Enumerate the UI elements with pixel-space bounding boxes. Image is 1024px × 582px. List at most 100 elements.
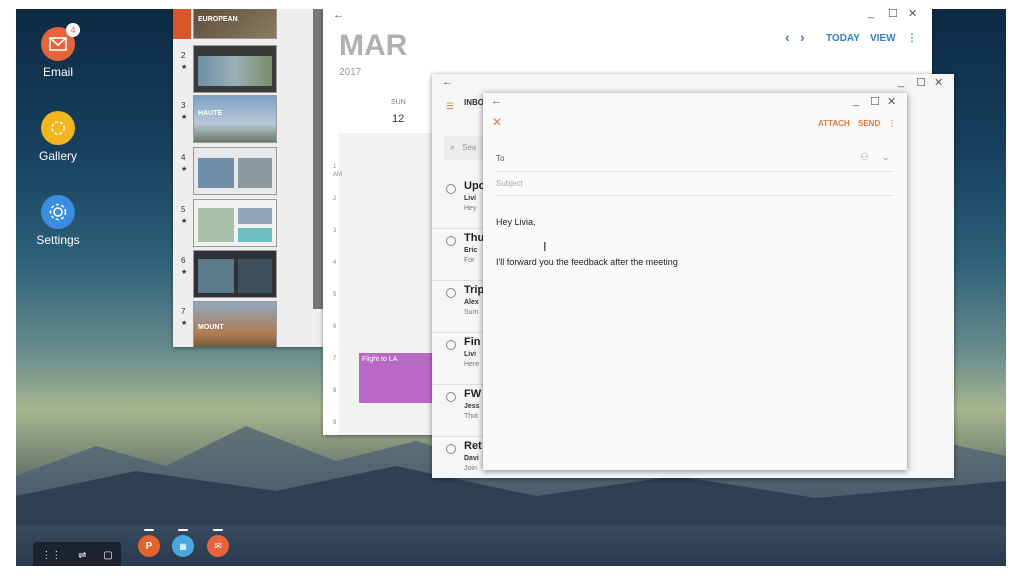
body-greeting[interactable]: Hey Livia, (496, 217, 536, 227)
today-button[interactable]: TODAY (826, 33, 860, 44)
taskbar-nav: ⋮⋮ ⇌ ▢ (33, 542, 121, 566)
star-icon: ★ (181, 166, 188, 173)
back-arrow-icon[interactable]: ← (442, 76, 453, 88)
maximize-button[interactable]: ☐ (916, 76, 926, 89)
email-taskbar-icon[interactable]: ✉ (207, 529, 229, 557)
gallery-app-icon[interactable]: Gallery (18, 111, 98, 163)
compose-email-window[interactable]: ← _ ☐ ✕ ✕ ATTACH SEND ⋮ To ⚇ ⌄ Subject H… (483, 93, 907, 470)
star-icon: ★ (181, 114, 188, 121)
day-name: SUN (391, 99, 406, 106)
slide-title: HAUTE (198, 110, 223, 117)
slide-number: 6 (181, 256, 186, 265)
email-subject: Trip (464, 284, 485, 296)
year-label: 2017 (339, 67, 362, 78)
powerpoint-taskbar-icon[interactable]: P (138, 529, 160, 557)
hour-label: 7 (333, 356, 337, 362)
presentation-window[interactable]: EUROPEAN 2 ★ 3 ★ HAUTE 4 ★ 5 ★ 6 ★ 7 ★ M… (173, 9, 338, 347)
email-preview: Hey (464, 205, 477, 212)
apps-grid-icon[interactable]: ⋮⋮ (41, 550, 61, 561)
back-arrow-icon[interactable]: ← (491, 95, 502, 107)
select-checkbox[interactable] (446, 288, 456, 298)
maximize-button[interactable]: ☐ (888, 9, 898, 20)
star-icon: ★ (181, 320, 188, 327)
send-button[interactable]: SEND (858, 119, 880, 128)
discard-close-icon[interactable]: ✕ (492, 115, 502, 129)
close-button[interactable]: ✕ (908, 9, 917, 20)
more-vert-icon[interactable]: ⋮ (907, 33, 917, 44)
hour-label: 6 (333, 324, 337, 330)
slide-number: 7 (181, 307, 186, 316)
email-app-icon[interactable]: 4 Email (18, 23, 98, 79)
select-checkbox[interactable] (446, 340, 456, 350)
email-subject: Upc (464, 180, 485, 192)
search-icon: ⌕ (450, 142, 456, 152)
email-sender: Davi (464, 455, 479, 462)
inbox-title: INBO (464, 98, 484, 107)
email-subject: Ret (464, 440, 482, 452)
slide-number: 5 (181, 205, 186, 214)
minimize-button[interactable]: _ (868, 9, 874, 19)
select-checkbox[interactable] (446, 444, 456, 454)
slide-number: 4 (181, 153, 186, 162)
close-button[interactable]: ✕ (887, 95, 896, 108)
maximize-button[interactable]: ☐ (870, 95, 880, 108)
to-field[interactable]: To ⚇ ⌄ (496, 149, 894, 172)
search-placeholder: Sea (462, 143, 477, 152)
email-preview: Thot (464, 413, 479, 420)
hour-label: 4 (333, 260, 337, 266)
email-preview: Join (464, 465, 477, 472)
star-icon: ★ (181, 269, 188, 276)
email-label: Email (42, 65, 73, 79)
month-title: MAR (339, 29, 408, 62)
slide-title: MOUNT (198, 324, 224, 331)
attach-button[interactable]: ATTACH (818, 119, 850, 128)
slide-number: 3 (181, 101, 186, 110)
select-checkbox[interactable] (446, 236, 456, 246)
gear-icon (41, 195, 75, 229)
calendar-event-flight[interactable]: Flight to LA (359, 353, 438, 403)
subject-field[interactable]: Subject (496, 173, 894, 196)
email-sender: Livi (464, 351, 477, 358)
chevron-down-icon[interactable]: ⌄ (882, 152, 890, 163)
email-preview: Sum (464, 309, 479, 316)
star-icon: ★ (181, 64, 188, 71)
slide-number: 2 (181, 51, 186, 60)
event-title: Flight to LA (362, 356, 398, 363)
email-subject: Thu (464, 232, 485, 244)
am-label: AM (333, 172, 342, 178)
flower-icon (41, 111, 75, 145)
minimize-button[interactable]: _ (853, 95, 859, 107)
more-vert-icon[interactable]: ⋮ (888, 119, 896, 128)
recent-apps-icon[interactable]: ⇌ (78, 550, 86, 561)
to-placeholder: To (496, 154, 505, 163)
select-checkbox[interactable] (446, 184, 456, 194)
hour-label: 2 (333, 196, 337, 202)
minimize-button[interactable]: _ (898, 76, 904, 88)
hour-label: 1 (333, 164, 337, 170)
email-sender: Eric (464, 247, 478, 254)
home-square-icon[interactable]: ▢ (103, 550, 112, 561)
close-button[interactable]: ✕ (934, 76, 943, 89)
settings-label: Settings (36, 233, 80, 247)
body-text[interactable]: I'll forward you the feedback after the … (496, 257, 678, 267)
email-preview: For (464, 257, 475, 264)
hour-label: 5 (333, 292, 337, 298)
subject-placeholder: Subject (496, 179, 523, 188)
hour-label: 3 (333, 228, 337, 234)
back-arrow-icon[interactable]: ← (333, 9, 344, 21)
calendar-taskbar-icon[interactable]: ▦ (172, 529, 194, 557)
menu-icon[interactable]: ☰ (446, 101, 454, 112)
select-checkbox[interactable] (446, 392, 456, 402)
day-number[interactable]: 12 (392, 113, 404, 125)
chevron-left-icon[interactable]: ‹ (785, 29, 790, 45)
email-sender: Alex (464, 299, 479, 306)
contact-person-icon[interactable]: ⚇ (860, 152, 869, 163)
text-cursor-icon: I (543, 239, 547, 254)
star-icon: ★ (181, 218, 188, 225)
email-subject: FW (464, 388, 482, 400)
hour-label: 8 (333, 388, 337, 394)
chevron-right-icon[interactable]: › (800, 29, 805, 45)
settings-app-icon[interactable]: Settings (18, 195, 98, 247)
view-button[interactable]: VIEW (870, 33, 896, 44)
email-subject: Fin (464, 336, 481, 348)
